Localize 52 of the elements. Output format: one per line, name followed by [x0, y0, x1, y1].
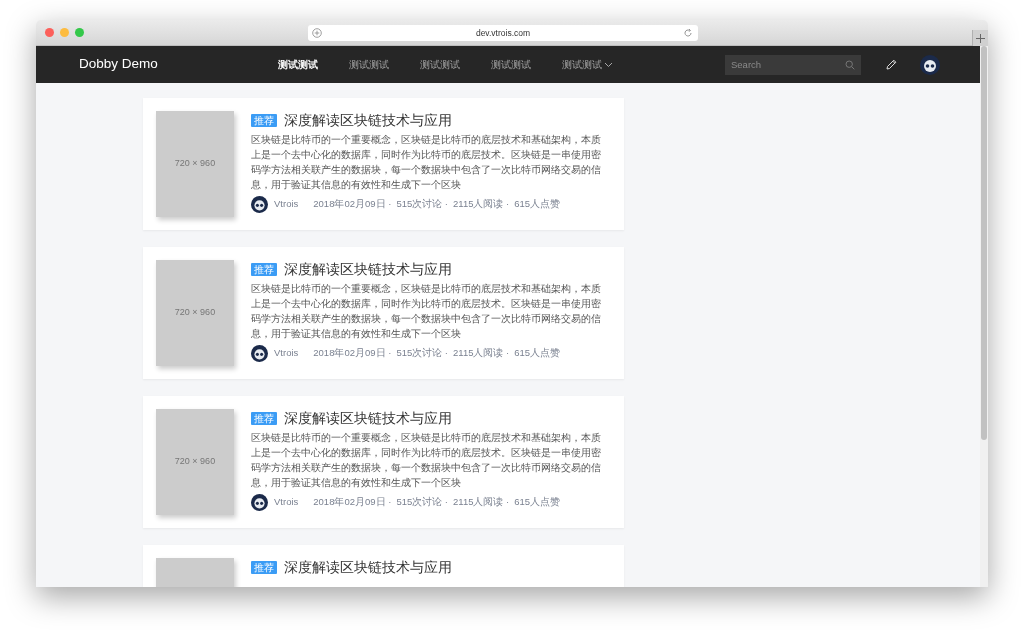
author-name[interactable]: Vtrois [274, 346, 299, 361]
article-title[interactable]: 深度解读区块链技术与应用 [284, 111, 452, 129]
nav-link[interactable]: 测试测试 [278, 57, 318, 72]
author-name[interactable]: Vtrois [274, 197, 299, 212]
recommend-badge: 推荐 [251, 560, 277, 574]
nav-link[interactable]: 测试测试 [562, 57, 613, 72]
author-name[interactable]: Vtrois [274, 495, 299, 510]
add-icon[interactable] [312, 28, 322, 38]
article-excerpt: 区块链是比特币的一个重要概念，区块链是比特币的底层技术和基础架构，本质上是一个去中心化的数据库，同时作为比特币的底层技术。区块链是一串使用密码学方法相关联产生的数据块，每一个数据块中包含了一次比特币网络交易的信息，用于验证其信息的有效性和生成下一个区块 [251, 133, 602, 192]
like-count: 615人点赞 [514, 346, 561, 361]
new-tab-button[interactable] [972, 30, 988, 46]
author-avatar [251, 494, 268, 511]
thumbnail-size: 720 × 960 [174, 306, 216, 320]
article-title[interactable]: 深度解读区块链技术与应用 [284, 260, 452, 278]
read-count: 2115人阅读 · [453, 346, 510, 361]
search-icon[interactable] [845, 59, 855, 70]
nav-link[interactable]: 测试测试 [349, 57, 389, 72]
user-avatar [920, 54, 940, 75]
comment-count: 515次讨论 · [396, 346, 449, 361]
recommend-badge: 推荐 [251, 411, 277, 425]
nav-link[interactable]: 测试测试 [420, 57, 460, 72]
url-text: dev.vtrois.com [475, 26, 531, 40]
thumbnail-size: 720 × 960 [174, 157, 216, 171]
recommend-badge: 推荐 [251, 262, 277, 276]
read-count: 2115人阅读 · [453, 495, 510, 510]
post-date: 2018年02月09日 · [313, 495, 392, 510]
like-count: 615人点赞 [514, 197, 561, 212]
brand-logo[interactable]: Dobby Demo [79, 54, 279, 75]
post-date: 2018年02月09日 · [313, 197, 392, 212]
nav-link[interactable]: 测试测试 [491, 57, 531, 72]
comment-count: 515次讨论 · [396, 197, 449, 212]
maximize-window-icon[interactable] [75, 28, 84, 37]
comment-count: 515次讨论 · [396, 495, 449, 510]
plus-icon [976, 33, 985, 43]
recommend-badge: 推荐 [251, 113, 277, 127]
author-avatar [251, 196, 268, 213]
article-title[interactable]: 深度解读区块链技术与应用 [284, 409, 452, 427]
search-field[interactable]: Search [725, 54, 861, 75]
like-count: 615人点赞 [514, 495, 561, 510]
post-date: 2018年02月09日 · [313, 346, 392, 361]
article-excerpt: 区块链是比特币的一个重要概念，区块链是比特币的底层技术和基础架构，本质上是一个去中心化的数据库，同时作为比特币的底层技术。区块链是一串使用密码学方法相关联产生的数据块，每一个数据块中包含了一次比特币网络交易的信息，用于验证其信息的有效性和生成下一个区块 [251, 282, 602, 341]
minimize-window-icon[interactable] [60, 28, 69, 37]
pencil-icon[interactable] [886, 59, 897, 70]
reload-icon[interactable] [683, 28, 693, 38]
read-count: 2115人阅读 · [453, 197, 510, 212]
chevron-down-icon [604, 61, 613, 68]
article-title[interactable]: 深度解读区块链技术与应用 [284, 558, 452, 576]
thumbnail-size: 720 × 960 [174, 455, 216, 469]
address-bar[interactable]: dev.vtrois.com [308, 25, 698, 41]
author-avatar [251, 345, 268, 362]
article-excerpt: 区块链是比特币的一个重要概念，区块链是比特币的底层技术和基础架构，本质上是一个去中心化的数据库，同时作为比特币的底层技术。区块链是一串使用密码学方法相关联产生的数据块，每一个数据块中包含了一次比特币网络交易的信息，用于验证其信息的有效性和生成下一个区块 [251, 431, 602, 490]
close-window-icon[interactable] [45, 28, 54, 37]
